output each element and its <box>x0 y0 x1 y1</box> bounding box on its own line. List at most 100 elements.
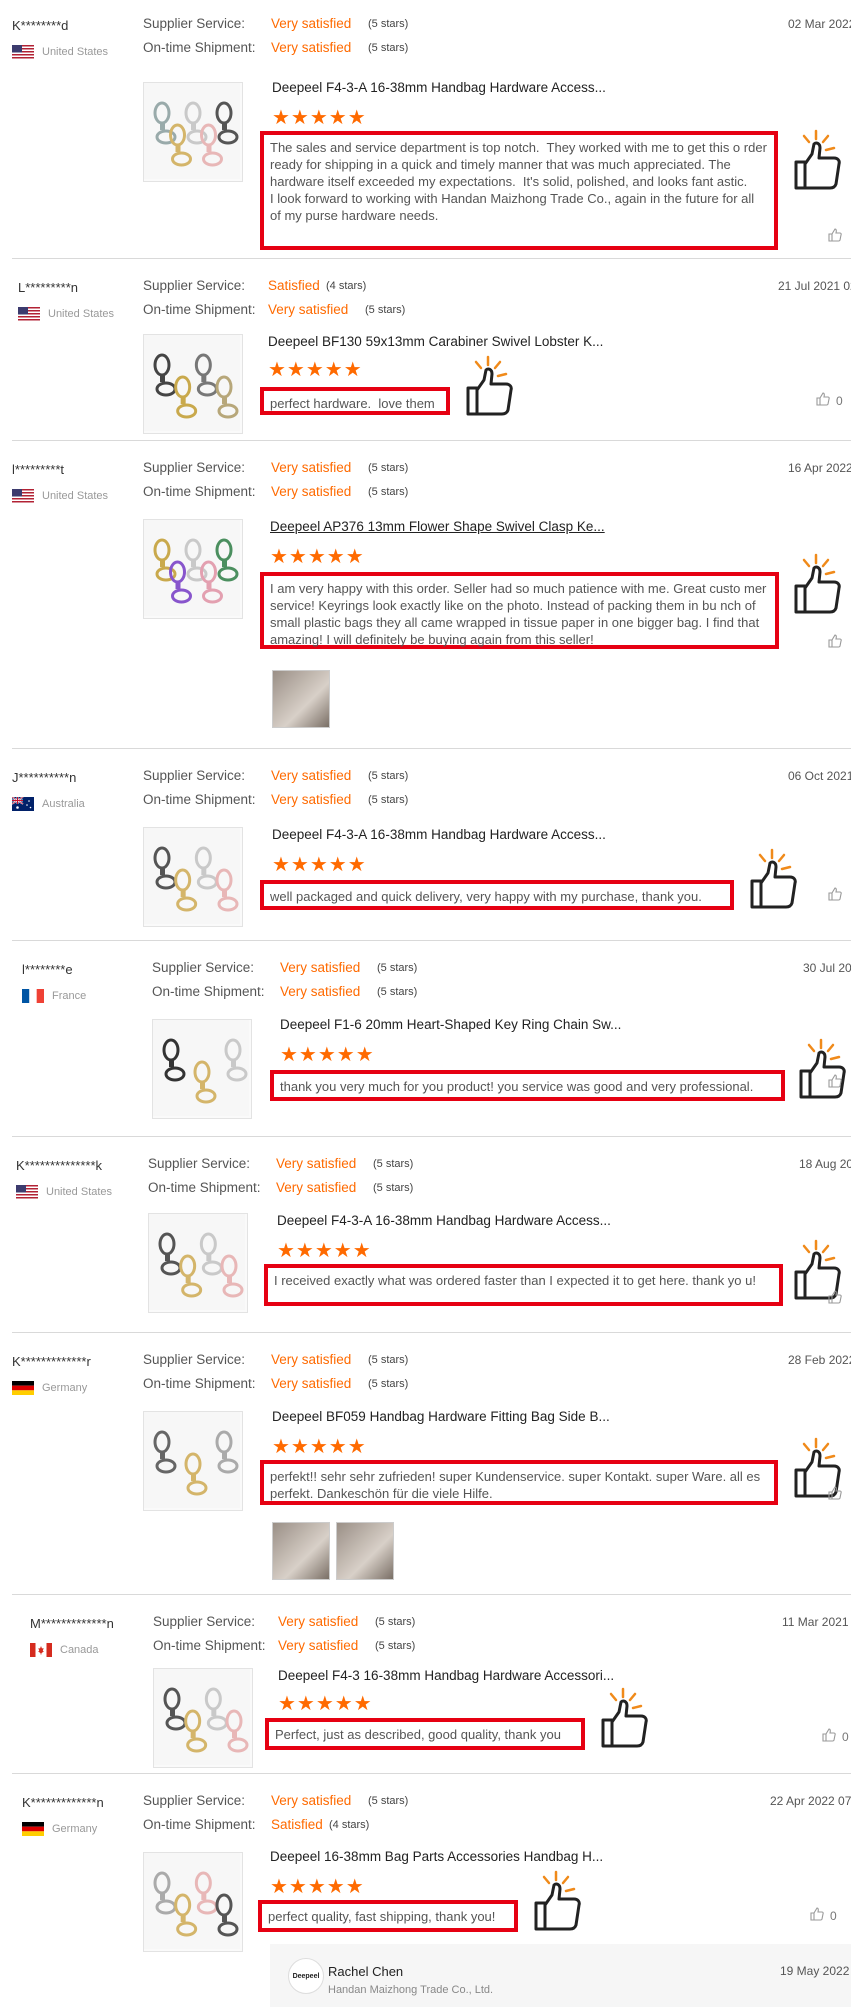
helpful-button[interactable] <box>828 634 848 651</box>
supplier-service-value: Very satisfied <box>271 768 352 783</box>
helpful-button[interactable] <box>828 887 848 904</box>
review-rating-stars: ★★★★★ <box>268 359 363 381</box>
buyer-name: M*************n <box>30 1616 114 1631</box>
shipment-stars: (5 stars) <box>373 1182 414 1194</box>
reply-date: 19 May 2022 <box>780 1964 850 1978</box>
review-rating-stars: ★★★★★ <box>270 1876 365 1898</box>
product-title-link[interactable]: Deepeel F4-3 16-38mm Handbag Hardware Ac… <box>278 1668 614 1683</box>
supplier-service-value: Very satisfied <box>278 1614 359 1629</box>
product-thumbnail[interactable] <box>143 334 243 434</box>
buyer-name: K*************n <box>22 1795 104 1810</box>
shipment-label: On-time Shipment: <box>143 1376 256 1391</box>
review-photo[interactable] <box>336 1522 394 1580</box>
product-thumbnail[interactable] <box>143 1852 243 1952</box>
review-photo[interactable] <box>272 670 330 728</box>
shipment-stars: (5 stars) <box>368 1378 409 1390</box>
review-divider <box>12 1594 851 1595</box>
like-icon <box>828 1486 842 1503</box>
flag-icon <box>22 989 44 1003</box>
supplier-service-stars: (5 stars) <box>377 962 418 974</box>
helpful-button[interactable] <box>828 228 848 245</box>
seller-logo: Deepeel <box>288 1958 324 1994</box>
shipment-stars: (5 stars) <box>365 304 406 316</box>
shipment-value: Satisfied <box>271 1817 323 1832</box>
review-text-highlight: perfekt!! sehr sehr zufrieden! super Kun… <box>260 1460 778 1505</box>
thumbs-up-icon <box>790 128 850 190</box>
like-icon <box>822 1728 836 1745</box>
review-text-highlight: perfect quality, fast shipping, thank yo… <box>258 1900 518 1932</box>
product-thumbnail[interactable] <box>148 1213 248 1313</box>
shipment-value: Very satisfied <box>271 40 352 55</box>
supplier-service-stars: (5 stars) <box>368 1354 409 1366</box>
product-title-link[interactable]: Deepeel F4-3-A 16-38mm Handbag Hardware … <box>277 1213 611 1228</box>
supplier-service-stars: (5 stars) <box>368 18 409 30</box>
like-icon <box>828 634 842 651</box>
country-name: Australia <box>42 798 85 810</box>
helpful-button[interactable]: 0 <box>810 1907 837 1924</box>
country-name: Germany <box>42 1382 88 1394</box>
supplier-service-label: Supplier Service: <box>152 960 255 975</box>
review-text-highlight: Perfect, just as described, good quality… <box>265 1718 585 1750</box>
helpful-button[interactable]: 0 <box>816 392 843 409</box>
flag-icon <box>12 45 34 59</box>
product-thumbnail[interactable] <box>143 519 243 619</box>
shipment-label: On-time Shipment: <box>152 984 265 999</box>
supplier-service-stars: (5 stars) <box>368 462 409 474</box>
product-thumbnail[interactable] <box>143 1411 243 1511</box>
review-date: 22 Apr 2022 07: <box>770 1794 851 1808</box>
review-divider <box>12 1332 851 1333</box>
review-divider <box>12 748 851 749</box>
buyer-name: K********d <box>12 18 69 33</box>
thumbs-up-icon <box>530 1869 590 1931</box>
review-text-highlight: well packaged and quick delivery, very h… <box>260 880 734 910</box>
seller-name: Rachel Chen <box>328 1964 404 1979</box>
buyer-country: United States <box>12 45 108 59</box>
buyer-name: K*************r <box>12 1354 91 1369</box>
shipment-label: On-time Shipment: <box>153 1638 266 1653</box>
shipment-value: Very satisfied <box>268 302 349 317</box>
shipment-stars: (5 stars) <box>375 1640 416 1652</box>
supplier-service-stars: (5 stars) <box>375 1616 416 1628</box>
product-title-link[interactable]: Deepeel BF059 Handbag Hardware Fitting B… <box>272 1409 610 1424</box>
supplier-service-stars: (5 stars) <box>368 770 409 782</box>
helpful-button[interactable] <box>828 1486 848 1503</box>
product-title-link[interactable]: Deepeel BF130 59x13mm Carabiner Swivel L… <box>268 334 603 349</box>
supplier-service-stars: (5 stars) <box>368 1795 409 1807</box>
review-rating-stars: ★★★★★ <box>272 854 367 876</box>
product-title-link[interactable]: Deepeel AP376 13mm Flower Shape Swivel C… <box>270 519 605 534</box>
like-count: 0 <box>842 1729 849 1744</box>
thumbs-up-icon <box>790 552 850 614</box>
flag-icon <box>12 797 34 811</box>
review-divider <box>12 258 851 259</box>
product-title-link[interactable]: Deepeel 16-38mm Bag Parts Accessories Ha… <box>270 1849 603 1864</box>
like-icon <box>816 392 830 409</box>
review-date: 02 Mar 2022 <box>788 17 851 31</box>
country-name: Canada <box>60 1644 99 1656</box>
review-photo[interactable] <box>272 1522 330 1580</box>
helpful-button[interactable]: 0 <box>822 1728 849 1745</box>
review-text-highlight: thank you very much for you product! you… <box>270 1070 785 1101</box>
buyer-country: France <box>22 989 86 1003</box>
shipment-value: Very satisfied <box>278 1638 359 1653</box>
supplier-service-value: Very satisfied <box>271 16 352 31</box>
product-thumbnail[interactable] <box>143 82 243 182</box>
shipment-label: On-time Shipment: <box>143 484 256 499</box>
shipment-stars: (4 stars) <box>329 1819 370 1831</box>
supplier-service-value: Very satisfied <box>271 1793 352 1808</box>
shipment-label: On-time Shipment: <box>143 1817 256 1832</box>
product-thumbnail[interactable] <box>143 827 243 927</box>
product-title-link[interactable]: Deepeel F4-3-A 16-38mm Handbag Hardware … <box>272 80 606 95</box>
review-date: 06 Oct 2021 <box>788 769 851 783</box>
helpful-button[interactable] <box>828 1074 848 1091</box>
buyer-country: Canada <box>30 1643 99 1657</box>
product-title-link[interactable]: Deepeel F1-6 20mm Heart-Shaped Key Ring … <box>280 1017 621 1032</box>
helpful-button[interactable] <box>828 1290 848 1307</box>
product-thumbnail[interactable] <box>152 1019 252 1119</box>
flag-icon <box>16 1185 38 1199</box>
supplier-service-label: Supplier Service: <box>143 278 246 293</box>
thumbs-up-icon <box>790 1238 850 1300</box>
buyer-country: United States <box>12 489 108 503</box>
supplier-service-value: Very satisfied <box>271 460 352 475</box>
product-thumbnail[interactable] <box>153 1668 253 1768</box>
product-title-link[interactable]: Deepeel F4-3-A 16-38mm Handbag Hardware … <box>272 827 606 842</box>
